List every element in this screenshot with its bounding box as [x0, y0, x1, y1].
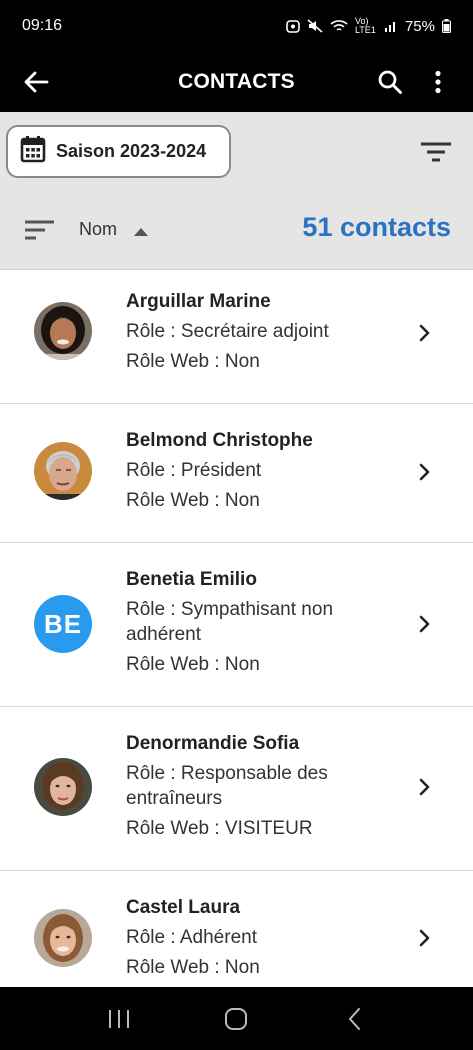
more-vert-icon[interactable] — [420, 64, 456, 100]
list-item[interactable]: Denormandie Sofia Rôle : Responsable des… — [0, 707, 473, 871]
contact-list: Arguillar Marine Rôle : Secrétaire adjoi… — [0, 271, 473, 1011]
calendar-icon — [20, 135, 46, 168]
app-bar: CONTACTS — [0, 52, 473, 112]
avatar — [34, 302, 92, 360]
contact-role: Rôle : Sympathisant non adhérent — [126, 599, 334, 645]
system-back-icon[interactable] — [334, 999, 374, 1039]
sort-field-label[interactable]: Nom — [79, 219, 117, 240]
mute-icon — [307, 19, 323, 33]
contact-role: Rôle : Secrétaire adjoint — [126, 321, 329, 342]
contact-count: 51 contacts — [302, 212, 451, 242]
avatar — [34, 758, 92, 816]
contact-role: Rôle : Président — [126, 460, 262, 481]
sort-ascending-icon[interactable] — [133, 224, 149, 236]
contact-web-role: Rôle Web : Non — [126, 490, 260, 511]
contact-role: Rôle : Responsable des entraîneurs — [126, 763, 328, 809]
contact-name: Belmond Christophe — [126, 430, 313, 451]
battery-icon — [442, 19, 451, 33]
chevron-right-icon — [417, 614, 433, 634]
avatar-initials: BE — [34, 595, 92, 653]
avatar — [34, 909, 92, 967]
sort-icon[interactable] — [22, 216, 58, 244]
chevron-right-icon — [417, 928, 433, 948]
list-item[interactable]: Arguillar Marine Rôle : Secrétaire adjoi… — [0, 271, 473, 404]
contact-web-role: Rôle Web : Non — [126, 957, 260, 978]
contact-web-role: Rôle Web : Non — [126, 351, 260, 372]
battery-percent: 75% — [404, 17, 435, 35]
contact-role: Rôle : Adhérent — [126, 927, 257, 948]
system-nav-bar — [0, 987, 473, 1050]
chevron-right-icon — [417, 462, 433, 482]
list-item[interactable]: Belmond Christophe Rôle : Président Rôle… — [0, 404, 473, 543]
status-bar: 09:16 Vo) LTE1 75% — [0, 0, 473, 52]
chevron-right-icon — [417, 777, 433, 797]
contact-name: Castel Laura — [126, 897, 241, 918]
status-icons: Vo) LTE1 75% — [286, 17, 451, 35]
signal-icon — [384, 19, 398, 33]
alarm-icon — [286, 19, 300, 33]
contact-name: Benetia Emilio — [126, 569, 257, 590]
contact-name: Denormandie Sofia — [126, 733, 300, 754]
status-time: 09:16 — [22, 17, 63, 34]
lte-label: Vo) LTE1 — [354, 16, 376, 35]
season-selector-button[interactable]: Saison 2023-2024 — [6, 125, 231, 178]
season-label: Saison 2023-2024 — [56, 141, 207, 161]
filter-panel: Saison 2023-2024 Nom 51 contacts — [0, 112, 473, 270]
list-item[interactable]: BE Benetia Emilio Rôle : Sympathisant no… — [0, 543, 473, 707]
contact-web-role: Rôle Web : Non — [126, 654, 260, 675]
recent-apps-icon[interactable] — [99, 999, 139, 1039]
chevron-right-icon — [417, 323, 433, 343]
home-icon[interactable] — [216, 999, 256, 1039]
search-icon[interactable] — [372, 64, 408, 100]
wifi-icon — [330, 19, 348, 33]
contact-web-role: Rôle Web : VISITEUR — [126, 818, 313, 839]
filter-icon[interactable] — [414, 136, 458, 168]
contact-name: Arguillar Marine — [126, 291, 271, 312]
avatar — [34, 442, 92, 500]
